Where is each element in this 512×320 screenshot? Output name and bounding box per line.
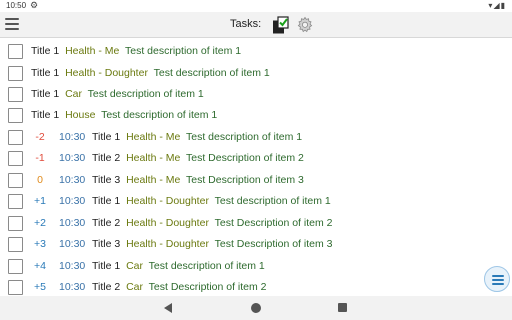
- status-settings-icon: ⚙: [30, 0, 39, 10]
- list-item[interactable]: +4 10:30 Title 1 Car Test description of…: [0, 256, 512, 277]
- list-item[interactable]: Title 1 Health - Doughter Test descripti…: [0, 63, 512, 84]
- item-day-offset: +1: [34, 195, 46, 207]
- list-item[interactable]: Title 1 Car Test description of item 1: [0, 84, 512, 105]
- item-title: Title 1: [92, 131, 121, 143]
- item-category: House: [65, 109, 96, 121]
- item-description: Test description of item 1: [101, 109, 218, 121]
- status-time: 10:50: [6, 1, 27, 10]
- status-indicators-icon: ▾◢▮: [488, 1, 506, 10]
- item-description: Test description of item 1: [214, 195, 331, 207]
- item-checkbox[interactable]: [8, 173, 23, 188]
- item-day-offset: +2: [34, 217, 46, 229]
- item-category: Health - Doughter: [126, 195, 209, 207]
- item-checkbox[interactable]: [8, 237, 23, 252]
- triangle-back-icon[interactable]: [164, 303, 172, 313]
- square-recents-icon[interactable]: [338, 303, 347, 312]
- item-title: Title 1: [92, 260, 121, 272]
- item-title: Title 1: [31, 88, 60, 100]
- item-category: Car: [126, 281, 143, 293]
- list-item[interactable]: 0 10:30 Title 3 Health - Me Test Descrip…: [0, 170, 512, 191]
- item-title: Title 3: [92, 174, 121, 186]
- item-time: 10:30: [59, 217, 86, 229]
- item-checkbox[interactable]: [8, 87, 23, 102]
- tasks-checkbox-icon[interactable]: [273, 16, 289, 34]
- item-description: Test description of item 1: [153, 67, 270, 79]
- item-category: Health - Me: [65, 45, 120, 57]
- item-title: Title 3: [92, 238, 121, 250]
- item-day-offset: -1: [35, 152, 45, 164]
- item-title: Title 2: [92, 217, 121, 229]
- item-category: Health - Doughter: [126, 238, 209, 250]
- item-time: 10:30: [59, 152, 86, 164]
- item-description: Test description of item 1: [186, 131, 303, 143]
- item-checkbox[interactable]: [8, 194, 23, 209]
- item-title: Title 1: [31, 109, 60, 121]
- status-bar: 10:50 ⚙ ▾◢▮: [0, 0, 512, 12]
- item-title: Title 2: [92, 281, 121, 293]
- item-category: Health - Doughter: [126, 217, 209, 229]
- item-description: Test Description of item 2: [186, 152, 304, 164]
- tasks-label: Tasks:: [230, 18, 262, 30]
- item-description: Test Description of item 2: [148, 281, 267, 293]
- item-time: 10:30: [59, 174, 86, 186]
- item-checkbox[interactable]: [8, 280, 23, 295]
- list-item[interactable]: Title 1 House Test description of item 1: [0, 105, 512, 126]
- item-day-offset: +5: [34, 281, 46, 293]
- item-description: Test Description of item 3: [186, 174, 304, 186]
- gear-icon[interactable]: [296, 16, 314, 34]
- list-item[interactable]: -1 10:30 Title 2 Health - Me Test Descri…: [0, 148, 512, 169]
- item-description: Test Description of item 2: [214, 217, 333, 229]
- list-item[interactable]: +1 10:30 Title 1 Health - Doughter Test …: [0, 191, 512, 212]
- hamburger-menu-icon[interactable]: [5, 18, 19, 30]
- item-title: Title 2: [92, 152, 121, 164]
- item-category: Health - Me: [126, 152, 181, 164]
- item-checkbox[interactable]: [8, 130, 23, 145]
- item-day-offset: -2: [35, 131, 45, 143]
- navigation-bar: [0, 296, 512, 320]
- item-checkbox[interactable]: [8, 44, 23, 59]
- item-day-offset: +4: [34, 260, 46, 272]
- item-title: Title 1: [31, 45, 60, 57]
- item-category: Health - Me: [126, 131, 181, 143]
- list-item[interactable]: -2 10:30 Title 1 Health - Me Test descri…: [0, 127, 512, 148]
- item-title: Title 1: [31, 67, 60, 79]
- list-item[interactable]: +3 10:30 Title 3 Health - Doughter Test …: [0, 234, 512, 255]
- item-day-offset: +3: [34, 238, 46, 250]
- item-time: 10:30: [59, 195, 86, 207]
- item-category: Health - Doughter: [65, 67, 148, 79]
- item-time: 10:30: [59, 260, 86, 272]
- item-checkbox[interactable]: [8, 151, 23, 166]
- list-item[interactable]: +5 10:30 Title 2 Car Test Description of…: [0, 277, 512, 296]
- item-description: Test Description of item 3: [214, 238, 333, 250]
- item-time: 10:30: [59, 238, 86, 250]
- item-description: Test description of item 1: [148, 260, 265, 272]
- item-checkbox[interactable]: [8, 216, 23, 231]
- item-day-offset: 0: [37, 174, 43, 186]
- app-bar: Tasks:: [0, 12, 512, 38]
- item-checkbox[interactable]: [8, 66, 23, 81]
- list-item[interactable]: +2 10:30 Title 2 Health - Doughter Test …: [0, 213, 512, 234]
- item-title: Title 1: [92, 195, 121, 207]
- item-checkbox[interactable]: [8, 259, 23, 274]
- item-description: Test description of item 1: [125, 45, 242, 57]
- list-menu-icon[interactable]: [484, 266, 510, 292]
- item-category: Car: [126, 260, 143, 272]
- item-category: Health - Me: [126, 174, 181, 186]
- item-time: 10:30: [59, 281, 86, 293]
- item-time: 10:30: [59, 131, 86, 143]
- task-list: Title 1 Health - Me Test description of …: [0, 39, 512, 296]
- list-item[interactable]: Title 1 Health - Me Test description of …: [0, 41, 512, 62]
- item-category: Car: [65, 88, 82, 100]
- item-checkbox[interactable]: [8, 108, 23, 123]
- item-description: Test description of item 1: [87, 88, 204, 100]
- circle-home-icon[interactable]: [251, 303, 261, 313]
